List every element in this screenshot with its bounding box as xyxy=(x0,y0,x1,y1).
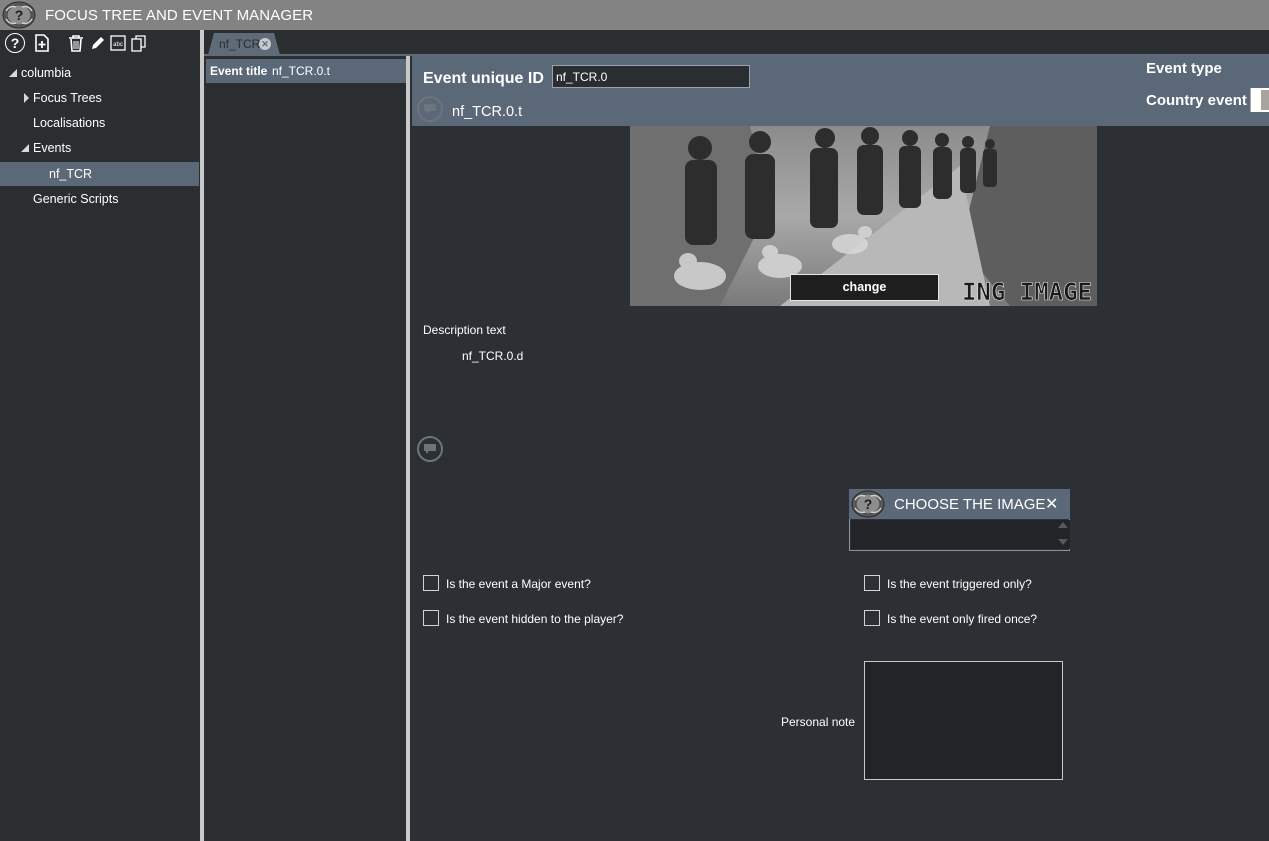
new-file-icon[interactable] xyxy=(32,32,52,54)
tree-item-focus-trees[interactable]: Focus Trees xyxy=(33,86,102,110)
fire-once-checkbox[interactable] xyxy=(864,610,880,626)
expand-arrow-icon[interactable] xyxy=(24,93,29,103)
tab-close-icon[interactable]: ✕ xyxy=(259,38,271,50)
dialog-close-icon[interactable]: ✕ xyxy=(1045,494,1058,514)
copy-icon[interactable] xyxy=(130,32,148,54)
tab-strip xyxy=(204,30,1269,54)
event-type-label: Event type xyxy=(1146,60,1222,77)
event-id-input[interactable] xyxy=(552,65,750,88)
major-event-label: Is the event a Major event? xyxy=(446,577,591,591)
tree-item-columbia[interactable]: columbia xyxy=(21,61,71,85)
triggered-only-checkbox[interactable] xyxy=(864,575,880,591)
event-list xyxy=(206,57,406,841)
triggered-only-label: Is the event triggered only? xyxy=(887,577,1032,591)
image-overlay-text: ING IMAGE xyxy=(962,278,1092,306)
change-image-button[interactable]: change xyxy=(790,274,939,301)
dialog-image-list[interactable] xyxy=(851,520,1070,549)
delete-icon[interactable] xyxy=(66,32,86,54)
svg-text:abc: abc xyxy=(113,42,123,48)
collapse-arrow-icon[interactable] xyxy=(9,69,17,77)
fire-once-label: Is the event only fired once? xyxy=(887,612,1038,626)
hidden-event-label: Is the event hidden to the player? xyxy=(446,612,624,626)
event-title-value: nf_TCR.0.t xyxy=(272,64,331,78)
personal-note-label: Personal note xyxy=(781,715,856,729)
tree-item-generic-scripts[interactable]: Generic Scripts xyxy=(33,187,118,211)
svg-text:?: ? xyxy=(15,7,24,23)
personal-note-textarea[interactable] xyxy=(864,661,1063,780)
help-icon[interactable]: ? xyxy=(4,32,26,54)
tree-item-localisations[interactable]: Localisations xyxy=(33,111,105,135)
description-value[interactable]: nf_TCR.0.d xyxy=(462,349,523,363)
event-title-label: Event title xyxy=(210,64,268,78)
event-header xyxy=(412,56,1269,126)
help-glyph: ? xyxy=(5,33,25,53)
tab-label: nf_TCR xyxy=(219,37,261,51)
comment-icon[interactable] xyxy=(417,96,443,122)
scroll-down-icon[interactable] xyxy=(1058,539,1068,545)
edit-icon[interactable] xyxy=(88,32,108,54)
app-logo-icon: ? xyxy=(2,1,36,29)
event-type-dropdown-edge xyxy=(1261,90,1269,110)
event-title-text[interactable]: nf_TCR.0.t xyxy=(452,104,522,120)
comment-icon[interactable] xyxy=(417,436,443,462)
dialog-title: CHOOSE THE IMAGE xyxy=(894,496,1046,513)
dialog-logo-icon: ? xyxy=(851,490,885,518)
panel-splitter[interactable] xyxy=(406,56,410,841)
window-title: FOCUS TREE AND EVENT MANAGER xyxy=(45,7,314,24)
collapse-arrow-icon[interactable] xyxy=(21,144,29,152)
major-event-checkbox[interactable] xyxy=(423,575,439,591)
spellcheck-icon[interactable]: abc xyxy=(109,32,127,54)
tree-item-nf-tcr[interactable]: nf_TCR xyxy=(49,162,92,186)
description-label: Description text xyxy=(423,323,506,337)
tree-item-events[interactable]: Events xyxy=(33,136,71,160)
hidden-event-checkbox[interactable] xyxy=(423,610,439,626)
panel-splitter[interactable] xyxy=(200,30,204,841)
tree-selection-highlight xyxy=(0,162,199,186)
svg-text:?: ? xyxy=(864,496,873,512)
scroll-up-icon[interactable] xyxy=(1058,522,1068,528)
event-id-label: Event unique ID xyxy=(423,70,544,87)
event-type-value: Country event xyxy=(1146,92,1247,109)
